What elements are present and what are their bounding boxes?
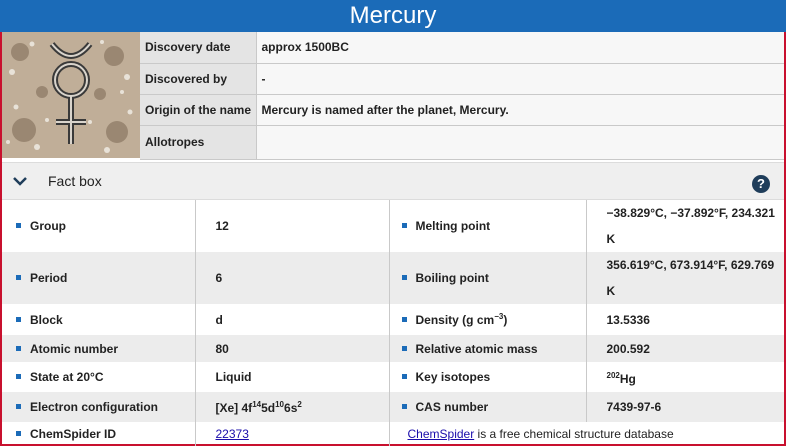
atomic-mass-value: 200.592 bbox=[586, 335, 784, 362]
fact-box-table: Group 12 Melting point −38.829°C, −37.89… bbox=[2, 200, 784, 446]
discovery-row-allotropes: Allotropes bbox=[140, 125, 784, 160]
chemspider-note: ChemSpider is a free chemical structure … bbox=[407, 427, 674, 441]
discovery-date-value: approx 1500BC bbox=[256, 32, 784, 64]
bullet-icon bbox=[16, 275, 21, 280]
fact-row-electron: Electron configuration [Xe] 4f145d106s2 … bbox=[2, 392, 784, 422]
boiling-point-label: Boiling point bbox=[389, 252, 587, 304]
discovered-by-label: Discovered by bbox=[140, 63, 257, 95]
element-illustration bbox=[2, 32, 140, 158]
bullet-icon bbox=[16, 223, 21, 228]
bullet-icon bbox=[16, 374, 21, 379]
electron-config-label: Electron configuration bbox=[2, 392, 196, 422]
density-value: 13.5336 bbox=[606, 312, 650, 327]
discovered-by-value: - bbox=[256, 63, 784, 95]
block-label: Block bbox=[2, 304, 196, 335]
period-label: Period bbox=[2, 252, 196, 304]
bullet-icon bbox=[401, 223, 407, 228]
bullet-icon bbox=[401, 345, 407, 351]
mercury-symbol-image bbox=[2, 32, 140, 158]
bullet-icon bbox=[401, 374, 407, 379]
group-label: Group bbox=[2, 200, 196, 252]
page-title: Mercury bbox=[349, 2, 437, 29]
discovery-row-date: Discovery date approx 1500BC bbox=[140, 32, 784, 64]
fact-box-toggle[interactable]: Fact box ? bbox=[2, 162, 784, 200]
discovery-row-origin: Origin of the name Mercury is named afte… bbox=[140, 94, 784, 126]
chemspider-id-link[interactable]: 22373 bbox=[216, 427, 249, 441]
key-isotopes-value: 202Hg bbox=[606, 370, 636, 386]
atomic-mass-label: Relative atomic mass bbox=[389, 335, 587, 362]
chemspider-id-label: ChemSpider ID bbox=[2, 422, 196, 446]
fact-row-block: Block d Density (g cm−3) 13.5336 bbox=[2, 304, 784, 335]
bullet-icon bbox=[401, 316, 407, 322]
bullet-icon bbox=[16, 316, 21, 322]
chevron-down-icon bbox=[13, 177, 27, 186]
fact-row-atomic-number: Atomic number 80 Relative atomic mass 20… bbox=[2, 335, 784, 362]
allotropes-value bbox=[256, 125, 784, 160]
period-value: 6 bbox=[195, 252, 390, 304]
origin-name-label: Origin of the name bbox=[140, 94, 257, 126]
block-value: d bbox=[195, 304, 390, 335]
fact-row-group: Group 12 Melting point −38.829°C, −37.89… bbox=[2, 200, 784, 252]
fact-row-state: State at 20°C Liquid Key isotopes 202Hg bbox=[2, 362, 784, 392]
discovery-table: Discovery date approx 1500BC Discovered … bbox=[140, 32, 784, 160]
density-label: Density (g cm−3) bbox=[389, 304, 587, 335]
bullet-icon bbox=[401, 275, 407, 280]
bullet-icon bbox=[16, 431, 21, 436]
atomic-number-label: Atomic number bbox=[2, 335, 196, 362]
chemspider-link[interactable]: ChemSpider bbox=[408, 427, 475, 441]
element-title-bar: Mercury bbox=[0, 0, 786, 32]
origin-name-value: Mercury is named after the planet, Mercu… bbox=[256, 94, 784, 126]
fact-box-label: Fact box bbox=[48, 173, 102, 189]
chemspider-id-cell: 22373 bbox=[195, 422, 390, 446]
state-value: Liquid bbox=[195, 362, 390, 392]
bullet-icon bbox=[16, 404, 21, 409]
bullet-icon bbox=[16, 345, 21, 351]
state-label: State at 20°C bbox=[2, 362, 196, 392]
electron-config-value: [Xe] 4f145d106s2 bbox=[195, 392, 390, 422]
key-isotopes-label: Key isotopes bbox=[389, 362, 587, 392]
allotropes-label: Allotropes bbox=[140, 125, 257, 160]
cas-number-label: CAS number bbox=[389, 392, 587, 422]
bullet-icon bbox=[401, 404, 407, 409]
help-icon[interactable]: ? bbox=[752, 175, 770, 193]
fact-row-period: Period 6 Boiling point 356.619°C, 673.91… bbox=[2, 252, 784, 304]
melting-point-label: Melting point bbox=[389, 200, 587, 252]
boiling-point-value: 356.619°C, 673.914°F, 629.769 K bbox=[586, 252, 784, 304]
fact-row-chemspider: ChemSpider ID 22373 ChemSpider is a free… bbox=[2, 422, 784, 446]
melting-point-value: −38.829°C, −37.892°F, 234.321 K bbox=[606, 206, 775, 246]
atomic-number-value: 80 bbox=[195, 335, 390, 362]
discovery-row-by: Discovered by - bbox=[140, 63, 784, 95]
group-value: 12 bbox=[195, 200, 390, 252]
cas-number-value: 7439-97-6 bbox=[586, 392, 784, 422]
discovery-date-label: Discovery date bbox=[140, 32, 257, 64]
